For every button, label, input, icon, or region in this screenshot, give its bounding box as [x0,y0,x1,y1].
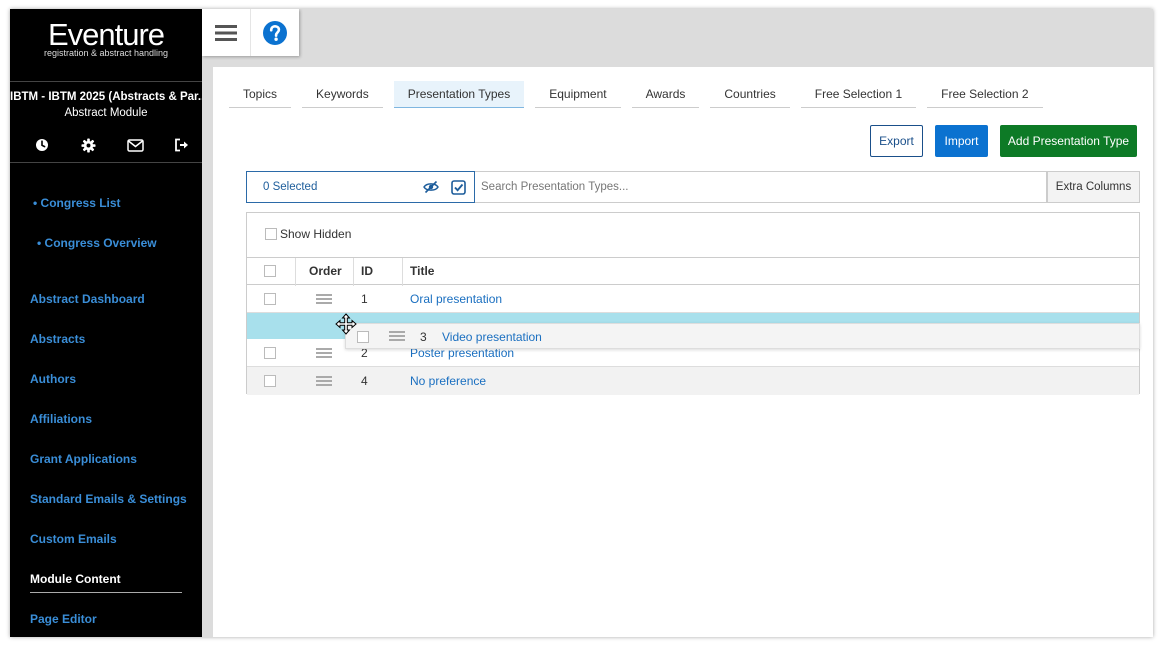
move-cursor-icon [335,313,357,335]
gear-icon[interactable] [79,136,99,154]
tab-free-selection-2[interactable]: Free Selection 2 [927,81,1043,108]
selection-box[interactable]: 0 Selected [246,171,475,203]
show-hidden-checkbox[interactable] [265,228,277,240]
row-checkbox[interactable] [264,375,276,387]
row-checkbox [357,331,369,343]
extra-columns-button[interactable]: Extra Columns [1047,171,1140,203]
clock-icon[interactable] [32,136,52,154]
drag-handle-icon[interactable] [316,346,332,360]
import-button[interactable]: Import [935,125,988,157]
table-row: 1 Oral presentation [247,285,1139,313]
logo-tagline: registration & abstract handling [43,48,169,58]
logo-wordmark: Eventure [47,17,165,52]
export-button[interactable]: Export [870,125,923,157]
tab-keywords[interactable]: Keywords [302,81,383,108]
drag-handle-icon [389,329,405,343]
nav-affiliations[interactable]: Affiliations [30,412,92,426]
row-id: 3 [420,330,427,344]
nav-standard-emails-settings[interactable]: Standard Emails & Settings [30,492,187,506]
nav-authors[interactable]: Authors [30,372,76,386]
tab-free-selection-1[interactable]: Free Selection 1 [800,81,917,108]
presentation-types-table: Show Hidden Order ID Title 1 Oral presen… [246,212,1140,395]
nav-module-content[interactable]: Module Content [30,572,121,586]
eventure-logo[interactable]: Eventure registration & abstract handlin… [10,17,202,59]
nav-congress-list[interactable]: • Congress List [33,196,121,210]
content-tabs: Topics Keywords Presentation Types Equip… [229,81,1054,108]
check-square-icon[interactable] [451,180,466,195]
search-input[interactable] [475,171,1047,203]
hamburger-icon [215,24,237,41]
nav-abstract-dashboard[interactable]: Abstract Dashboard [30,292,145,306]
eye-slash-icon[interactable] [423,180,439,194]
sidebar: Eventure registration & abstract handlin… [10,9,202,637]
help-icon [263,20,287,45]
row-title-link[interactable]: Oral presentation [410,292,502,306]
column-divider [353,258,354,286]
tab-countries[interactable]: Countries [710,81,790,108]
select-all-checkbox[interactable] [264,265,276,277]
sidebar-divider [10,81,202,82]
nav-active-underline [30,592,182,593]
dragged-row[interactable]: 3 Video presentation [345,323,1140,349]
table-header-row: Order ID Title [247,257,1139,286]
table-row: 4 No preference [247,367,1139,395]
nav-congress-overview[interactable]: • Congress Overview [37,236,157,250]
drag-handle-icon[interactable] [316,374,332,388]
row-checkbox[interactable] [264,292,276,305]
nav-page-editor[interactable]: Page Editor [30,612,97,626]
sidebar-divider [10,162,202,163]
row-checkbox[interactable] [264,346,276,359]
congress-title: IBTM - IBTM 2025 (Abstracts & Par... [10,91,202,103]
module-name: Abstract Module [64,107,148,119]
column-header-title[interactable]: Title [410,264,434,278]
nav-abstracts[interactable]: Abstracts [30,332,85,346]
nav-grant-applications[interactable]: Grant Applications [30,452,137,466]
drag-handle-icon[interactable] [316,292,332,306]
selected-count: 0 Selected [263,181,318,193]
row-id: 4 [361,374,368,388]
add-presentation-type-button[interactable]: Add Presentation Type [1000,125,1137,157]
column-header-id[interactable]: ID [361,264,373,278]
envelope-icon[interactable] [125,136,145,154]
tab-equipment[interactable]: Equipment [535,81,621,108]
tab-topics[interactable]: Topics [229,81,292,108]
show-hidden-toggle[interactable]: Show Hidden [265,227,351,241]
column-divider [295,258,296,286]
sidebar-icon-row [32,136,192,154]
row-title-link: Video presentation [442,330,542,344]
column-header-order[interactable]: Order [309,264,342,278]
row-title-link[interactable]: No preference [410,374,486,388]
tab-presentation-types[interactable]: Presentation Types [393,81,525,108]
show-hidden-label: Show Hidden [280,227,352,241]
nav-custom-emails[interactable]: Custom Emails [30,532,117,546]
row-id: 1 [361,291,368,306]
column-divider [402,258,403,286]
help-button[interactable] [250,9,299,56]
logout-icon[interactable] [172,136,192,154]
menu-button[interactable] [202,9,250,56]
tab-awards[interactable]: Awards [631,81,700,108]
top-toolbar [202,9,299,56]
main-content: Topics Keywords Presentation Types Equip… [213,67,1153,637]
